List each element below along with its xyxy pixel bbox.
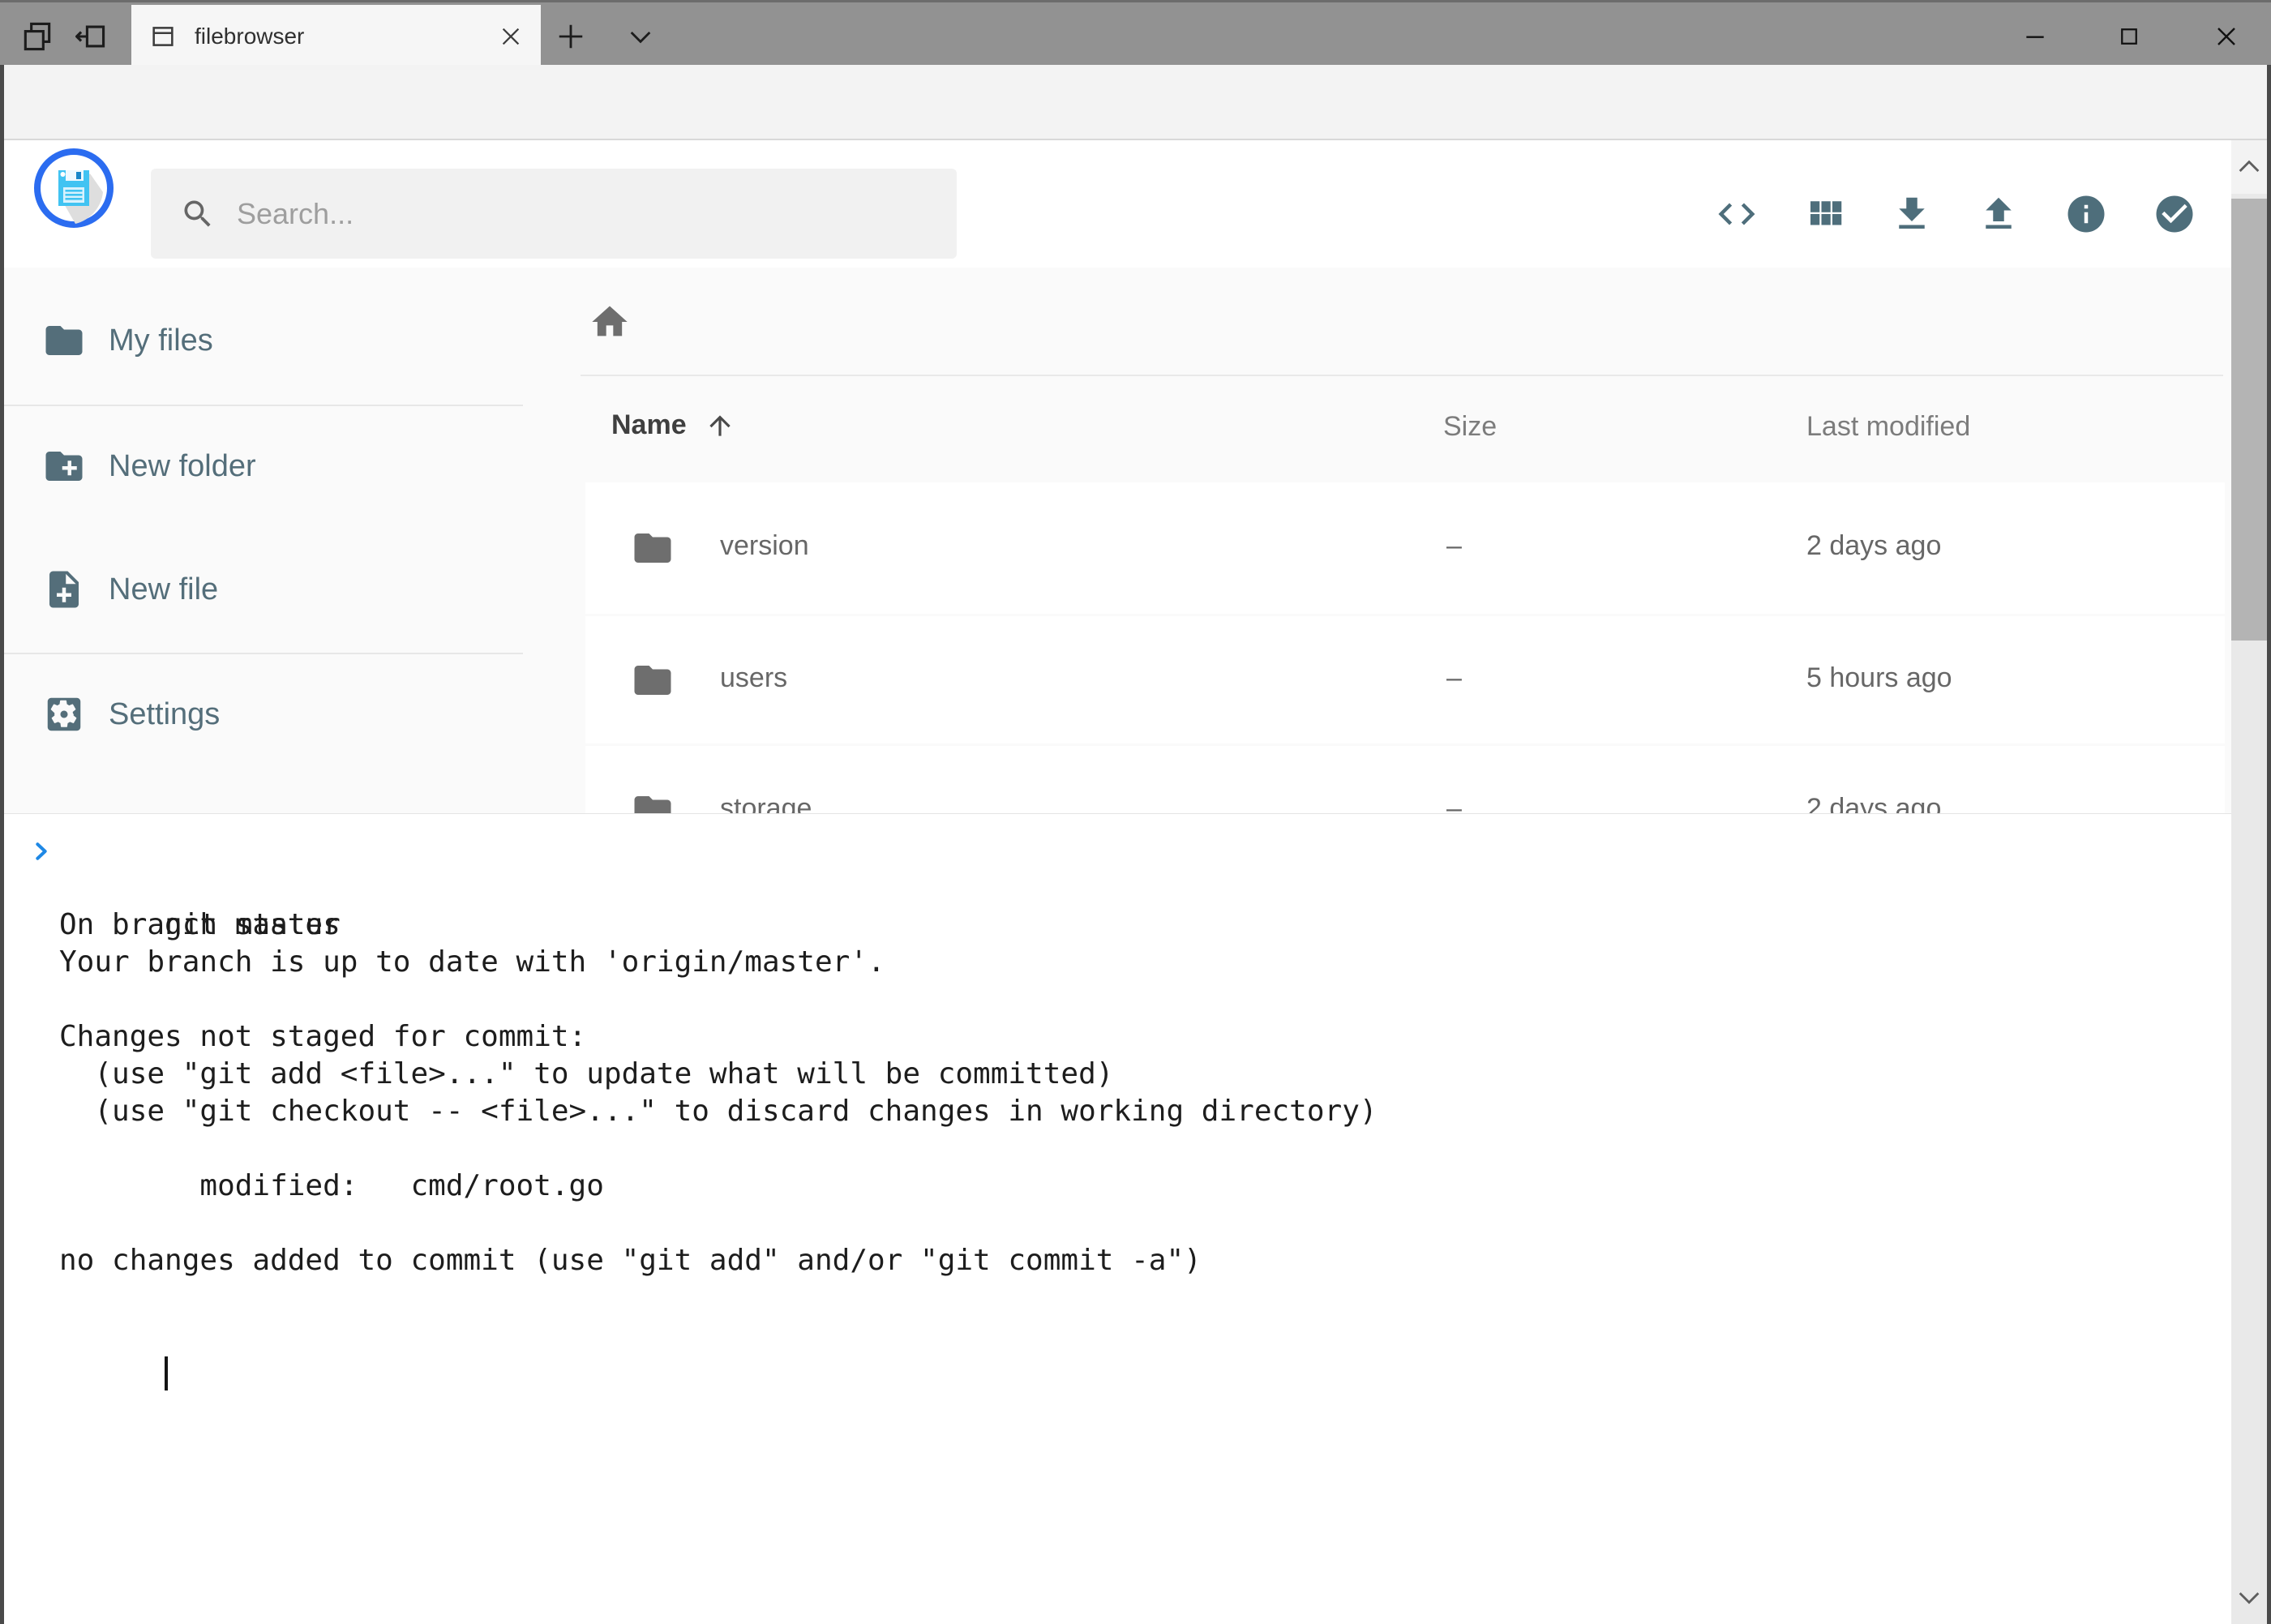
maximize-icon (2117, 24, 2141, 49)
file-name: users (720, 662, 787, 694)
tab-list-button[interactable] (621, 17, 660, 56)
sidebar-item-settings[interactable]: Settings (0, 677, 523, 752)
sidebar-item-label: New folder (109, 449, 256, 484)
text-cursor (165, 1356, 168, 1390)
file-modified: 2 days ago (1806, 530, 1941, 562)
app-header (4, 140, 2267, 268)
minimize-icon (2022, 24, 2048, 49)
terminal-panel[interactable]: git status On branch master Your branch … (4, 813, 2231, 1624)
terminal-output-line: Changes not staged for commit: (59, 1018, 2231, 1056)
grid-view-icon[interactable] (1803, 192, 1847, 236)
window-border-right (2267, 65, 2271, 1624)
folder-plus-icon (42, 444, 86, 488)
tab-title: filebrowser (195, 24, 499, 49)
window-close-button[interactable] (2194, 5, 2259, 67)
window-border-left (0, 65, 4, 1624)
sidebar-item-label: My files (109, 324, 213, 358)
sidebar-item-new-file[interactable]: New file (0, 552, 523, 627)
maximize-button[interactable] (2097, 5, 2162, 67)
file-row-users[interactable]: users – 5 hours ago (585, 616, 2225, 743)
terminal-output-line: modified: cmd/root.go (59, 1168, 2231, 1205)
file-size: – (1446, 662, 1462, 694)
tab-preview-button[interactable] (18, 17, 57, 56)
sort-ascending-icon (705, 410, 735, 441)
browser-titlebar: filebrowser (0, 0, 2271, 65)
file-plus-icon (42, 568, 86, 611)
terminal-output-line (59, 869, 2231, 906)
info-icon[interactable] (2064, 192, 2108, 236)
prompt-chevron-icon (30, 838, 53, 864)
terminal-output-line (59, 1130, 2231, 1168)
terminal-output-line: On branch master (59, 906, 2231, 944)
set-tabs-aside-button[interactable] (71, 17, 110, 56)
listing-header: Name Size Last modified (585, 409, 2225, 447)
breadcrumb-divider (581, 375, 2223, 376)
sidebar-divider (0, 653, 523, 654)
terminal-command: git status (165, 908, 341, 941)
folder-icon (631, 526, 675, 570)
folder-icon (42, 319, 86, 362)
new-tab-button[interactable] (551, 17, 590, 56)
sidebar-item-label: New file (109, 572, 218, 607)
vertical-scrollbar[interactable] (2231, 140, 2267, 1624)
sidebar-item-my-files[interactable]: My files (0, 303, 523, 378)
chevron-up-icon (2235, 153, 2263, 181)
terminal-output-line (59, 981, 2231, 1018)
browser-window: filebrowser ↻ (0, 0, 2271, 1624)
page-favicon-icon (149, 23, 177, 50)
file-modified: 5 hours ago (1806, 662, 1952, 694)
column-header-modified[interactable]: Last modified (1806, 411, 1970, 443)
column-header-size[interactable]: Size (1443, 411, 1497, 443)
column-header-name[interactable]: Name (611, 409, 735, 441)
chevron-down-icon (2235, 1583, 2263, 1611)
code-editor-icon[interactable] (1715, 192, 1759, 236)
search-icon (180, 196, 216, 232)
terminal-output-line: (use "git add <file>..." to update what … (59, 1056, 2231, 1093)
file-row-version[interactable]: version – 2 days ago (585, 482, 2225, 614)
terminal-output-line: no changes added to commit (use "git add… (59, 1242, 2231, 1279)
terminal-command-line: git status (59, 832, 2231, 869)
sidebar-divider (0, 405, 523, 406)
select-multiple-icon[interactable] (2153, 192, 2196, 236)
sidebar-item-new-folder[interactable]: New folder (0, 429, 523, 503)
terminal-output-line: (use "git checkout -- <file>..." to disc… (59, 1093, 2231, 1130)
scroll-down-button[interactable] (2231, 1570, 2267, 1624)
column-name-label: Name (611, 409, 687, 441)
download-icon[interactable] (1890, 192, 1934, 236)
browser-navbar: ↻ filebrowser.web /files/ (0, 65, 2271, 140)
terminal-output-line (59, 1279, 2231, 1317)
tab-close-icon[interactable] (499, 24, 523, 49)
tab-preview-icon (19, 19, 55, 54)
file-name: version (720, 530, 809, 562)
file-size: – (1446, 530, 1462, 562)
upload-icon[interactable] (1977, 192, 2020, 236)
breadcrumb-home-icon[interactable] (589, 301, 631, 343)
terminal-output-line: Your branch is up to date with 'origin/m… (59, 944, 2231, 981)
filebrowser-logo[interactable] (33, 148, 114, 229)
browser-tab[interactable]: filebrowser (131, 5, 541, 67)
plus-icon (555, 21, 586, 52)
folder-icon (631, 658, 675, 702)
sidebar-item-label: Settings (109, 697, 220, 732)
terminal-cursor-line (59, 1317, 2231, 1354)
chevron-down-icon (627, 23, 654, 50)
close-icon (2213, 24, 2239, 49)
search-input[interactable] (237, 197, 941, 231)
terminal-output-line (59, 1205, 2231, 1242)
scrollbar-thumb[interactable] (2231, 199, 2267, 641)
tabs-aside-icon (73, 19, 109, 54)
search-bar[interactable] (151, 169, 957, 259)
minimize-button[interactable] (2003, 5, 2067, 67)
settings-icon (42, 692, 86, 736)
scroll-up-button[interactable] (2231, 140, 2267, 194)
